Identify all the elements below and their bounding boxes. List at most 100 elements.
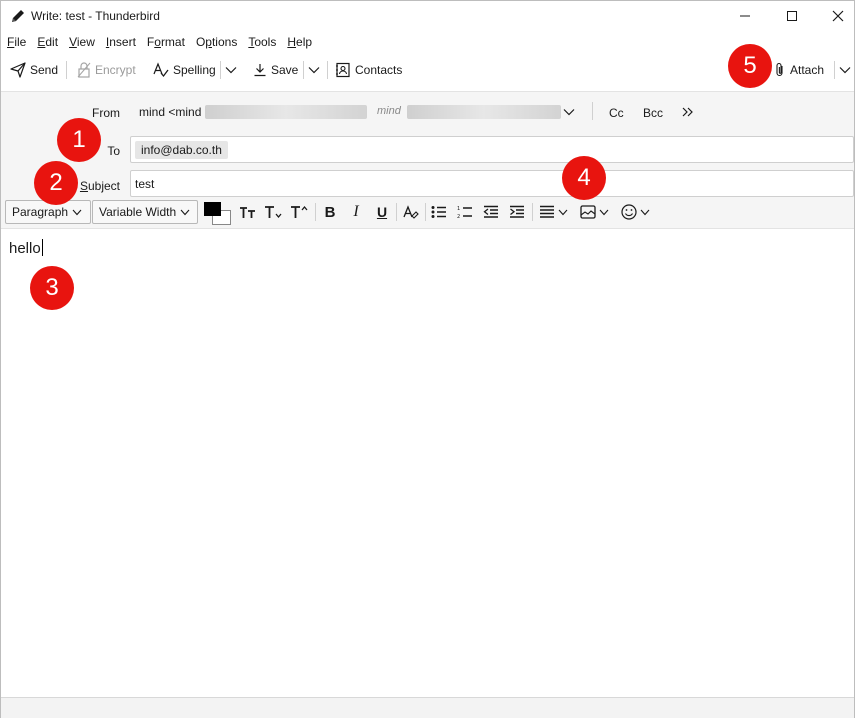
message-body-editor[interactable]: hello	[1, 228, 854, 697]
close-window-button[interactable]	[815, 1, 855, 31]
bcc-button[interactable]: Bcc	[643, 106, 663, 120]
format-separator	[425, 203, 426, 221]
from-selector[interactable]: mind <mind mind	[131, 100, 581, 122]
align-justify-icon	[539, 205, 554, 218]
clear-format-icon	[403, 205, 419, 219]
menu-tools[interactable]: Tools	[242, 32, 281, 52]
minimize-icon	[740, 15, 750, 17]
send-icon	[10, 62, 26, 78]
paragraph-format-value: Paragraph	[12, 205, 69, 219]
svg-text:1: 1	[457, 206, 460, 212]
format-separator	[532, 203, 533, 221]
annotation-badge-1: 1	[57, 118, 101, 162]
indent-icon	[510, 205, 524, 218]
toolbar-separator	[66, 61, 67, 79]
send-label: Send	[30, 63, 59, 77]
toolbar-separator	[303, 61, 304, 79]
italic-button[interactable]: I	[345, 202, 367, 222]
chevron-down-icon	[308, 67, 320, 74]
maximize-icon	[787, 11, 797, 21]
menu-options[interactable]: Options	[190, 32, 242, 52]
bullet-list-icon	[431, 206, 446, 218]
numbered-list-button[interactable]: 12	[454, 202, 476, 222]
format-separator	[315, 203, 316, 221]
text-superscript-icon	[291, 205, 308, 218]
menu-view[interactable]: View	[63, 32, 100, 52]
annotation-badge-2: 2	[34, 161, 78, 205]
alignment-button[interactable]	[536, 202, 570, 222]
menu-help[interactable]: Help	[281, 32, 317, 52]
chevron-down-icon	[225, 67, 237, 74]
contacts-label: Contacts	[355, 63, 403, 77]
annotation-badge-3: 3	[30, 266, 74, 310]
toolbar-separator	[327, 61, 328, 79]
menu-edit[interactable]: Edit	[31, 32, 63, 52]
cc-button[interactable]: Cc	[609, 106, 624, 120]
subject-value: test	[135, 177, 155, 191]
send-button[interactable]: Send	[10, 59, 58, 81]
font-size-reduce-button[interactable]	[263, 202, 285, 222]
encrypt-button[interactable]: Encrypt	[77, 59, 136, 81]
outdent-icon	[483, 205, 498, 218]
image-icon	[579, 205, 596, 219]
font-select[interactable]: Variable Width	[92, 200, 198, 224]
menu-format[interactable]: Format	[141, 32, 190, 52]
emoji-button[interactable]	[618, 202, 652, 222]
maximize-button[interactable]	[769, 1, 815, 31]
chevron-down-icon	[839, 67, 851, 74]
indent-button[interactable]	[506, 202, 528, 222]
close-icon	[832, 10, 844, 22]
svg-text:2: 2	[457, 214, 460, 219]
message-body-text: hello	[9, 239, 43, 257]
to-field[interactable]: info@dab.co.th	[130, 136, 854, 163]
bold-button[interactable]: B	[319, 202, 341, 222]
numbered-list-icon: 12	[457, 206, 472, 219]
outdent-button[interactable]	[480, 202, 502, 222]
spelling-button[interactable]: Spelling	[153, 59, 216, 81]
redacted-identity	[407, 105, 561, 119]
menu-bar: File Edit View Insert Format Options Too…	[1, 32, 854, 52]
attach-button[interactable]: Attach	[774, 59, 824, 81]
chevron-down-icon	[558, 209, 567, 215]
font-size-small-icon	[240, 207, 255, 218]
lock-icon	[77, 62, 91, 78]
spellcheck-icon	[153, 62, 169, 78]
subject-input[interactable]: test	[130, 170, 854, 197]
font-size-smaller-button[interactable]	[237, 202, 259, 222]
text-color-swatch	[204, 202, 221, 216]
font-size-increase-button[interactable]	[289, 202, 311, 222]
chevron-down-icon	[599, 209, 608, 215]
chevron-down-icon	[640, 209, 649, 215]
text-subscript-icon	[265, 206, 282, 219]
attach-label: Attach	[790, 63, 825, 77]
save-dropdown[interactable]	[308, 59, 324, 81]
menu-file[interactable]: File	[1, 32, 31, 52]
toolbar-separator	[220, 61, 221, 79]
from-value: mind <mind	[139, 105, 202, 119]
menu-insert[interactable]: Insert	[100, 32, 141, 52]
save-button[interactable]: Save	[253, 59, 298, 81]
bullet-list-button[interactable]	[428, 202, 450, 222]
download-icon	[254, 64, 266, 77]
attach-dropdown[interactable]	[839, 59, 855, 81]
spelling-dropdown[interactable]	[225, 59, 241, 81]
insert-button[interactable]	[577, 202, 611, 222]
underline-icon: U	[376, 204, 388, 220]
recipient-pill[interactable]: info@dab.co.th	[135, 141, 228, 159]
text-caret	[41, 239, 43, 256]
text-color-picker[interactable]	[203, 200, 231, 225]
contacts-button[interactable]: Contacts	[335, 59, 402, 81]
encrypt-label: Encrypt	[95, 63, 136, 77]
underline-button[interactable]: U	[371, 202, 393, 222]
header-separator	[592, 102, 593, 120]
format-separator	[396, 203, 397, 221]
font-value: Variable Width	[99, 205, 177, 219]
from-identity: mind	[377, 105, 401, 117]
double-chevron-right-icon[interactable]	[682, 107, 694, 117]
title-bar: Write: test - Thunderbird	[1, 1, 854, 31]
minimize-button[interactable]	[722, 1, 768, 31]
italic-icon: I	[353, 203, 359, 220]
status-bar	[1, 697, 854, 718]
remove-formatting-button[interactable]	[400, 202, 422, 222]
redacted-address	[205, 105, 367, 119]
